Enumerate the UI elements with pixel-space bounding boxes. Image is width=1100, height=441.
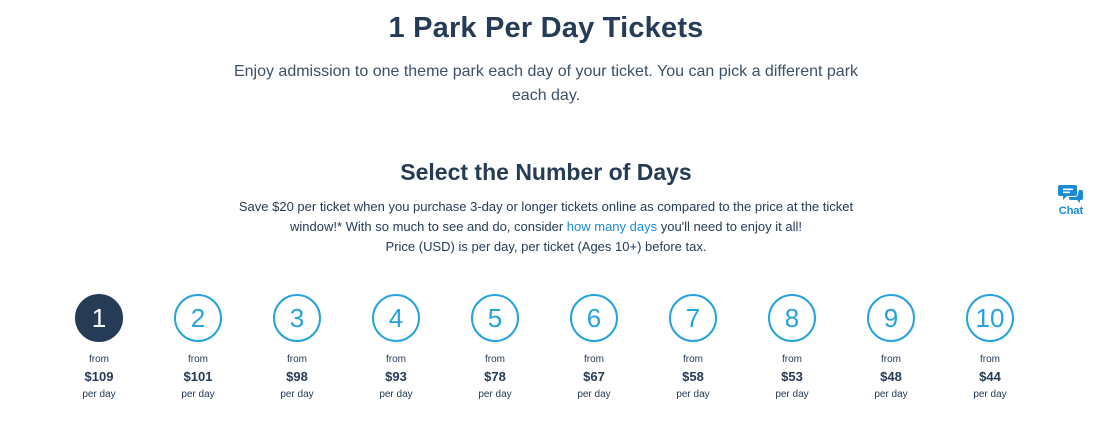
day-per-label: per day [874, 389, 908, 400]
day-from-label: from [980, 354, 1000, 365]
day-option-1[interactable]: 1 from $109 per day [49, 294, 149, 409]
day-option-2[interactable]: 2 from $101 per day [148, 294, 248, 409]
day-option-5[interactable]: 5 from $78 per day [445, 294, 545, 409]
day-per-label: per day [775, 389, 809, 400]
day-per-label: per day [379, 389, 413, 400]
day-number-circle[interactable]: 4 [372, 294, 420, 342]
day-from-label: from [287, 354, 307, 365]
day-number-circle[interactable]: 3 [273, 294, 321, 342]
day-price: $67 [583, 369, 605, 384]
section-description: Save $20 per ticket when you purchase 3-… [226, 197, 866, 237]
day-price: $44 [979, 369, 1001, 384]
day-from-label: from [188, 354, 208, 365]
day-option-6[interactable]: 6 from $67 per day [544, 294, 644, 409]
day-option-3[interactable]: 3 from $98 per day [247, 294, 347, 409]
day-number-circle[interactable]: 1 [75, 294, 123, 342]
page-subtitle: Enjoy admission to one theme park each d… [233, 63, 859, 104]
day-from-label: from [584, 354, 604, 365]
day-option-7[interactable]: 7 from $58 per day [643, 294, 743, 409]
day-number-circle[interactable]: 10 [966, 294, 1014, 342]
day-per-label: per day [676, 389, 710, 400]
page-title: 1 Park Per Day Tickets [388, 12, 704, 44]
day-option-8[interactable]: 8 from $53 per day [742, 294, 842, 409]
day-number-circle[interactable]: 9 [867, 294, 915, 342]
chat-button[interactable]: Chat [1050, 183, 1092, 223]
section-title: Select the Number of Days [400, 159, 692, 185]
day-from-label: from [485, 354, 505, 365]
description-text-end: you'll need to enjoy it all! [657, 219, 802, 234]
price-note: Price (USD) is per day, per ticket (Ages… [385, 239, 707, 254]
day-per-label: per day [280, 389, 314, 400]
chat-label: Chat [1058, 205, 1084, 217]
day-per-label: per day [973, 389, 1007, 400]
day-per-label: per day [82, 389, 116, 400]
day-price: $98 [286, 369, 308, 384]
day-price: $58 [682, 369, 704, 384]
chat-bubbles-icon [1058, 185, 1083, 203]
day-from-label: from [683, 354, 703, 365]
day-from-label: from [386, 354, 406, 365]
day-number-circle[interactable]: 8 [768, 294, 816, 342]
days-selector: 1 from $109 per day 2 from $101 per day … [49, 294, 1042, 414]
day-from-label: from [89, 354, 109, 365]
day-from-label: from [782, 354, 802, 365]
day-number-circle[interactable]: 7 [669, 294, 717, 342]
day-price: $101 [183, 369, 213, 384]
day-number-circle[interactable]: 6 [570, 294, 618, 342]
day-per-label: per day [181, 389, 215, 400]
day-price: $53 [781, 369, 803, 384]
day-from-label: from [881, 354, 901, 365]
day-option-9[interactable]: 9 from $48 per day [841, 294, 941, 409]
day-option-10[interactable]: 10 from $44 per day [940, 294, 1040, 409]
day-price: $78 [484, 369, 506, 384]
day-price: $109 [84, 369, 114, 384]
day-per-label: per day [478, 389, 512, 400]
day-option-4[interactable]: 4 from $93 per day [346, 294, 446, 409]
day-number-circle[interactable]: 5 [471, 294, 519, 342]
day-number-circle[interactable]: 2 [174, 294, 222, 342]
day-price: $48 [880, 369, 902, 384]
day-per-label: per day [577, 389, 611, 400]
day-price: $93 [385, 369, 407, 384]
how-many-days-link[interactable]: how many days [567, 219, 657, 234]
